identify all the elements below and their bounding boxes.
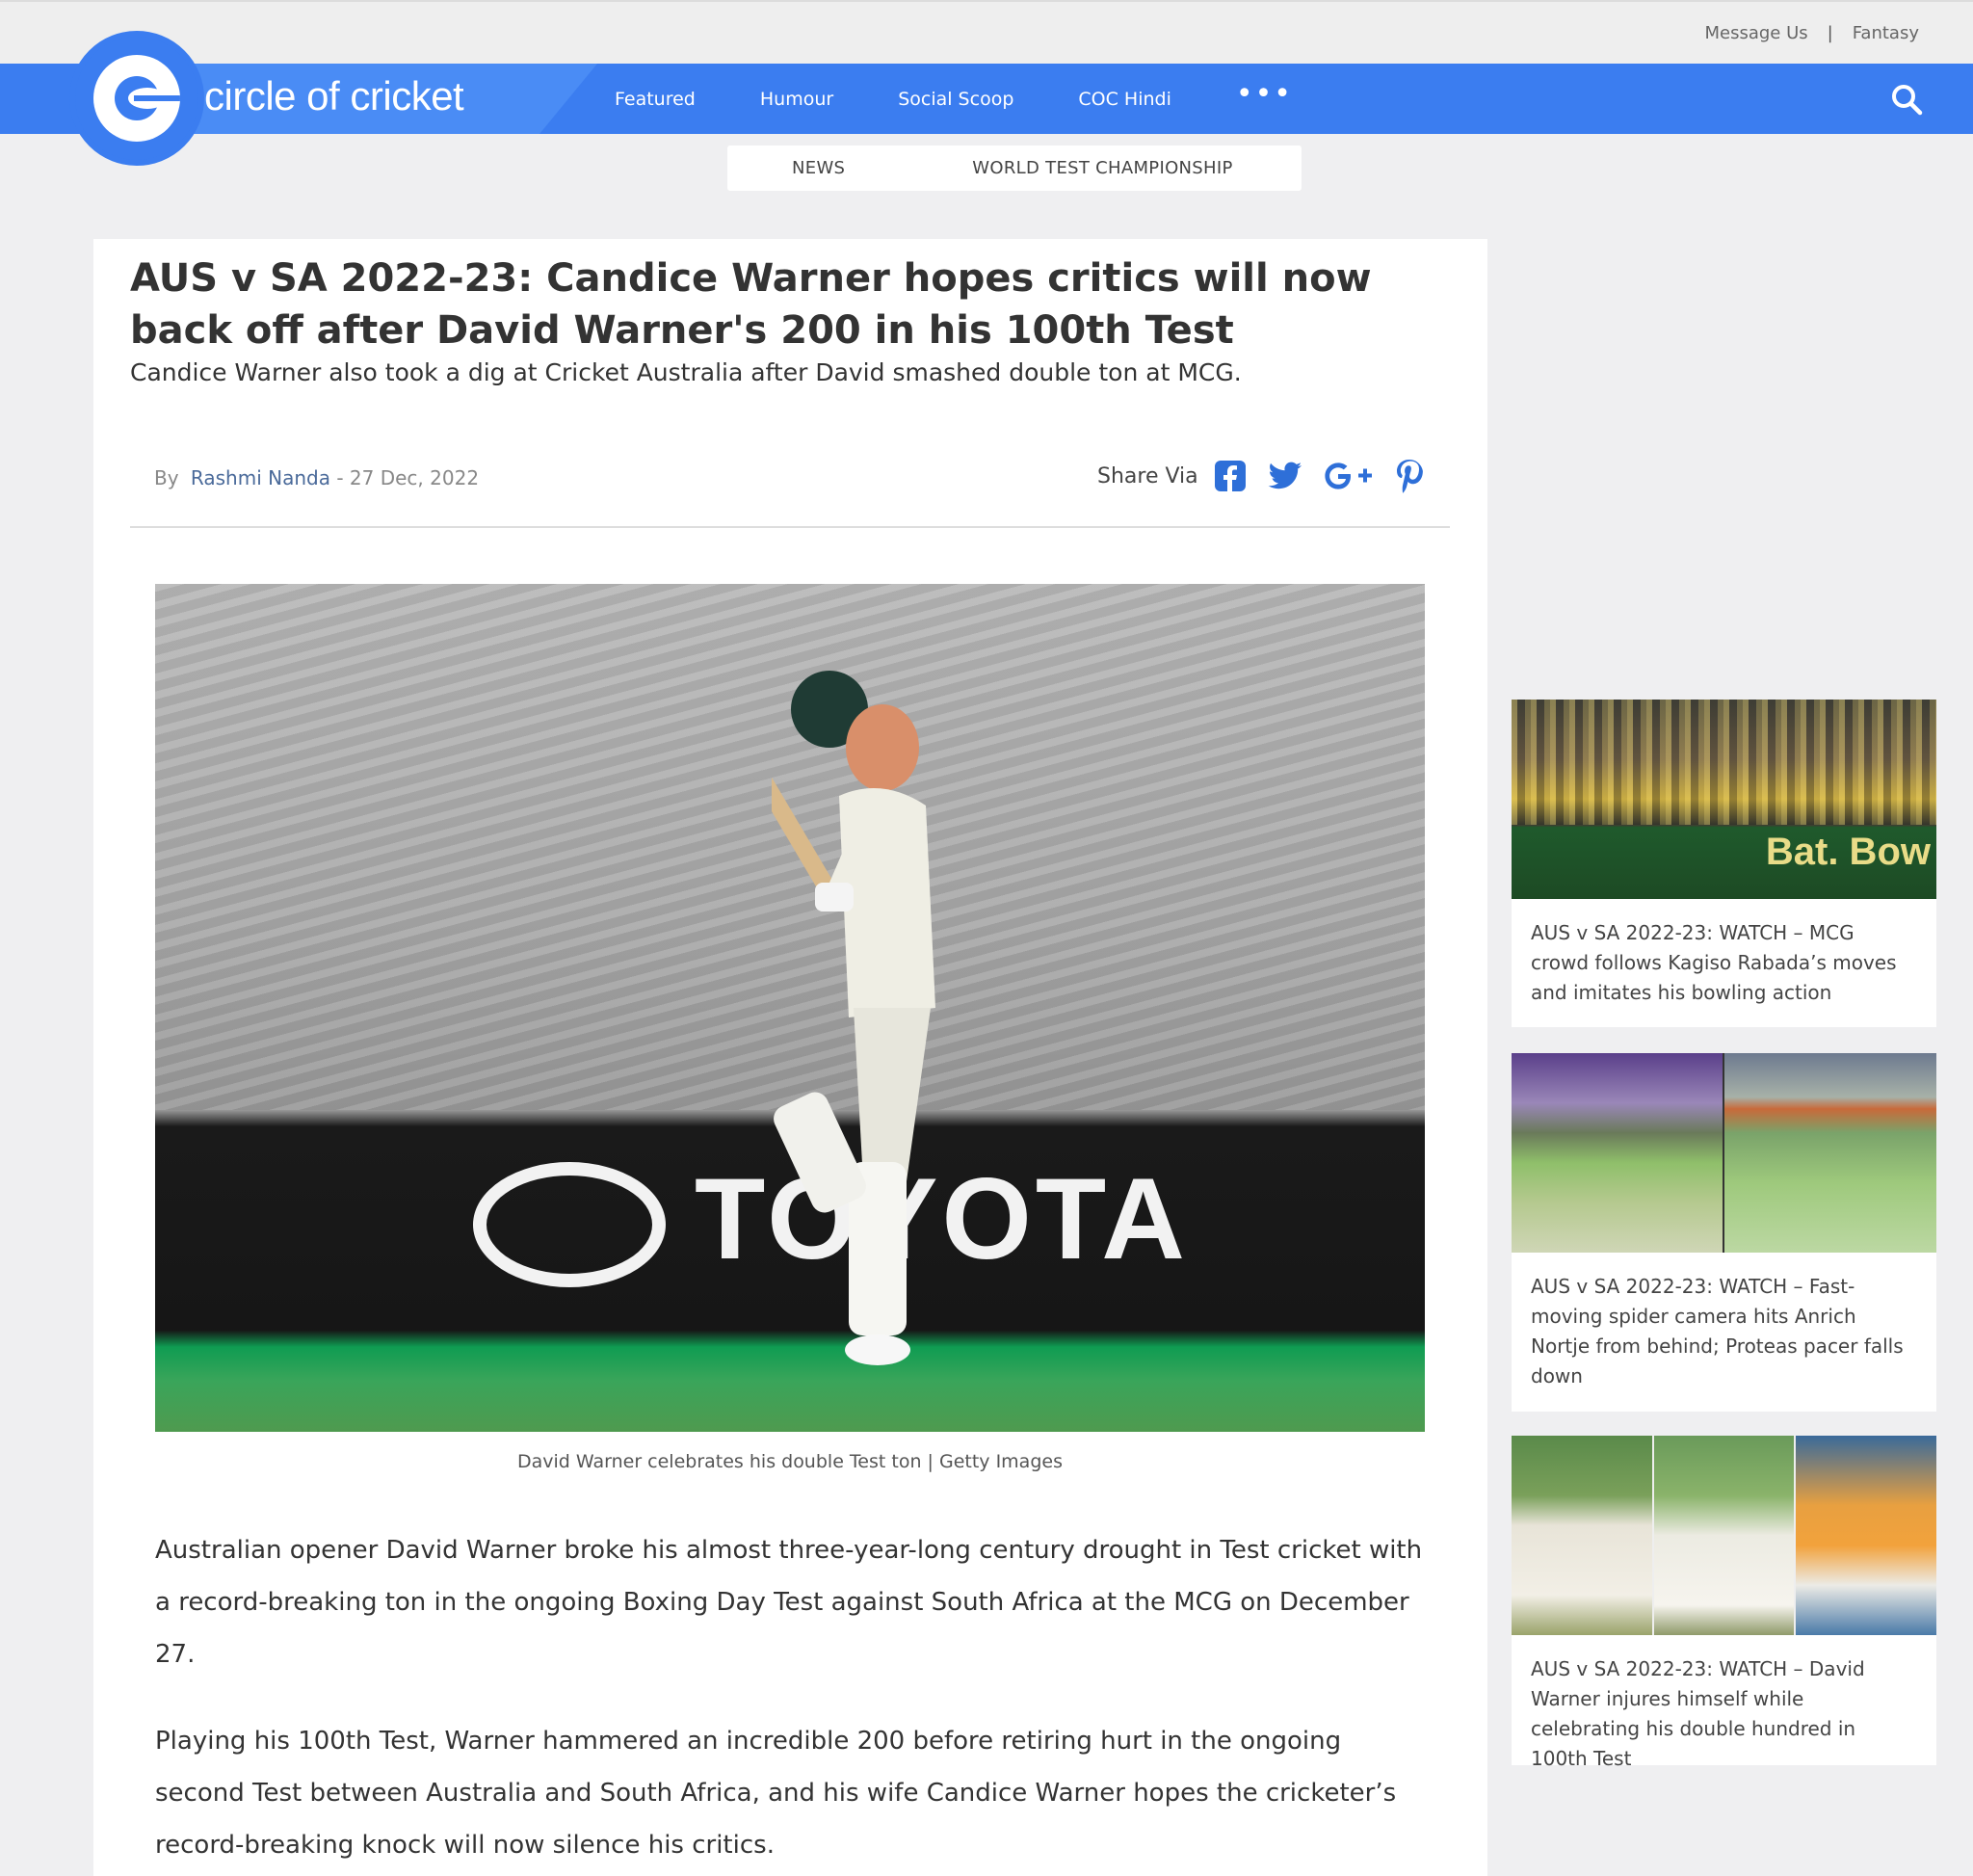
fantasy-link[interactable]: Fantasy [1853,23,1919,43]
photo-caption: David Warner celebrates his double Test … [517,1451,1063,1472]
facebook-icon[interactable] [1214,460,1247,492]
related-story-card[interactable]: AUS v SA 2022-23: WATCH – Fast-moving sp… [1512,1053,1936,1412]
twitter-icon[interactable] [1268,462,1302,490]
link-separator: | [1827,23,1833,43]
sponsor-logo-icon [473,1162,666,1287]
thumbnail-ad-board: Bat. Bow [1765,831,1931,873]
nav-item-humour[interactable]: Humour [760,89,833,110]
related-story-thumbnail[interactable] [1512,1053,1936,1253]
related-story-title[interactable]: AUS v SA 2022-23: WATCH – Fast-moving sp… [1512,1253,1936,1391]
brand-name[interactable]: circle of cricket [204,73,464,119]
article-paragraph: Australian opener David Warner broke his… [155,1536,1423,1669]
category-world-test-championship[interactable]: WORLD TEST CHAMPIONSHIP [972,158,1232,178]
share-label: Share Via [1097,463,1198,489]
category-bar: NEWS WORLD TEST CHAMPIONSHIP [727,145,1302,191]
nav-item-coc-hindi[interactable]: COC Hindi [1078,89,1171,110]
category-news[interactable]: NEWS [792,158,845,178]
brand-logo-icon[interactable] [69,31,204,166]
related-story-card[interactable]: Bat. Bow AUS v SA 2022-23: WATCH – MCG c… [1512,700,1936,1027]
related-story-title[interactable]: AUS v SA 2022-23: WATCH – David Warner i… [1512,1635,1936,1774]
pinterest-icon[interactable] [1395,459,1424,493]
related-story-thumbnail[interactable] [1512,1436,1936,1635]
more-menu-icon[interactable]: ••• [1236,77,1293,111]
top-links: Message Us | Fantasy [1704,23,1919,43]
article-subheadline: Candice Warner also took a dig at Cricke… [130,358,1242,386]
author-link[interactable]: Rashmi Nanda [191,466,330,489]
article-headline: AUS v SA 2022-23: Candice Warner hopes c… [130,256,1372,353]
message-us-link[interactable]: Message Us [1704,23,1807,43]
byline-divider [130,526,1450,528]
related-story-thumbnail[interactable]: Bat. Bow [1512,700,1936,899]
publish-date: - 27 Dec, 2022 [336,466,480,489]
share-bar: Share Via [1097,455,1445,497]
byline: By Rashmi Nanda - 27 Dec, 2022 [154,466,479,489]
article-paragraph: Playing his 100th Test, Warner hammered … [155,1727,1397,1860]
search-icon[interactable] [1890,83,1923,116]
top-utility-bar: Message Us | Fantasy [0,0,1973,64]
by-label: By [154,466,179,489]
related-story-title[interactable]: AUS v SA 2022-23: WATCH – MCG crowd foll… [1512,899,1936,1008]
batsman-figure-icon [772,671,935,1365]
google-plus-icon[interactable] [1324,460,1374,492]
article-hero-photo: TOYOTA [155,584,1425,1432]
related-story-card[interactable]: AUS v SA 2022-23: WATCH – David Warner i… [1512,1436,1936,1770]
nav-item-featured[interactable]: Featured [615,89,696,110]
article-card: AUS v SA 2022-23: Candice Warner hopes c… [93,239,1487,1876]
nav-menu: Featured Humour Social Scoop COC Hindi •… [615,64,1293,134]
nav-item-social-scoop[interactable]: Social Scoop [898,89,1013,110]
